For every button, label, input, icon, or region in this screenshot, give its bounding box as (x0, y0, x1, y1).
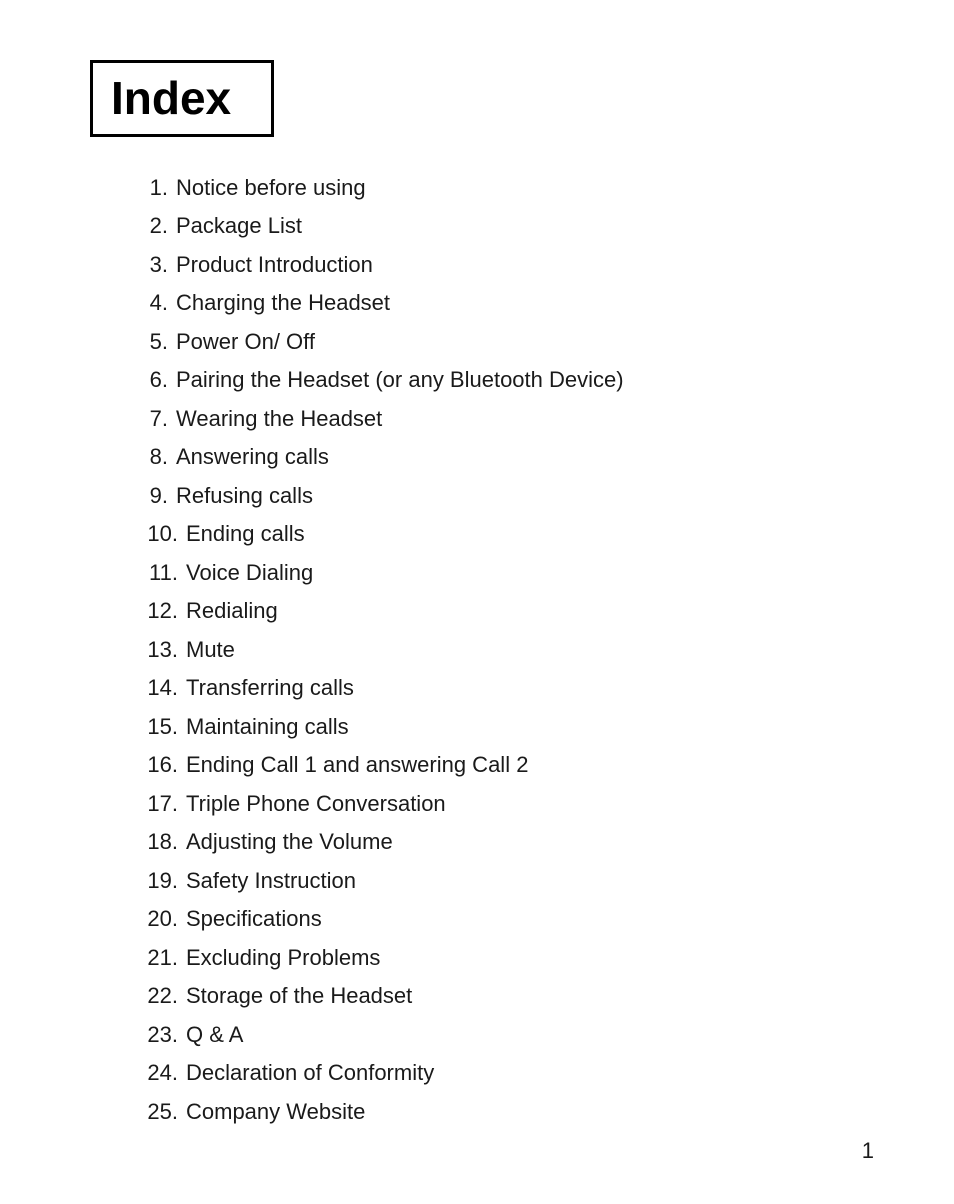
item-text: Product Introduction (176, 252, 373, 277)
list-item: 13. Mute (140, 631, 874, 670)
list-item: 2. Package List (140, 207, 874, 246)
item-text: Answering calls (176, 444, 329, 469)
item-text: Ending calls (186, 521, 305, 546)
item-text: Refusing calls (176, 483, 313, 508)
list-item: 7. Wearing the Headset (140, 400, 874, 439)
item-number: 1. (140, 169, 168, 208)
item-text: Pairing the Headset (or any Bluetooth De… (176, 367, 624, 392)
list-item: 4. Charging the Headset (140, 284, 874, 323)
list-item: 20. Specifications (140, 900, 874, 939)
item-number: 22. (140, 977, 178, 1016)
item-number: 13. (140, 631, 178, 670)
list-item: 10. Ending calls (140, 515, 874, 554)
item-number: 5. (140, 323, 168, 362)
item-text: Power On/ Off (176, 329, 315, 354)
item-text: Redialing (186, 598, 278, 623)
item-text: Transferring calls (186, 675, 354, 700)
item-text: Adjusting the Volume (186, 829, 393, 854)
item-number: 24. (140, 1054, 178, 1093)
list-item: 3. Product Introduction (140, 246, 874, 285)
item-number: 4. (140, 284, 168, 323)
item-number: 16. (140, 746, 178, 785)
item-text: Charging the Headset (176, 290, 390, 315)
list-item: 11. Voice Dialing (140, 554, 874, 593)
item-number: 12. (140, 592, 178, 631)
list-item: 24. Declaration of Conformity (140, 1054, 874, 1093)
item-number: 23. (140, 1016, 178, 1055)
item-number: 17. (140, 785, 178, 824)
list-item: 9. Refusing calls (140, 477, 874, 516)
item-number: 15. (140, 708, 178, 747)
index-list: 1. Notice before using 2. Package List 3. Pro… (140, 169, 874, 1132)
item-text: Company Website (186, 1099, 365, 1124)
list-item: 21. Excluding Problems (140, 939, 874, 978)
list-item: 1. Notice before using (140, 169, 874, 208)
list-item: 14. Transferring calls (140, 669, 874, 708)
item-text: Excluding Problems (186, 945, 380, 970)
item-number: 9. (140, 477, 168, 516)
item-number: 19. (140, 862, 178, 901)
item-text: Maintaining calls (186, 714, 349, 739)
list-item: 25. Company Website (140, 1093, 874, 1132)
list-item: 5. Power On/ Off (140, 323, 874, 362)
list-item: 16. Ending Call 1 and answering Call 2 (140, 746, 874, 785)
item-text: Wearing the Headset (176, 406, 382, 431)
item-number: 11. (140, 554, 178, 593)
page-number: 1 (862, 1138, 874, 1164)
item-number: 21. (140, 939, 178, 978)
list-item: 18. Adjusting the Volume (140, 823, 874, 862)
item-number: 18. (140, 823, 178, 862)
list-item: 8. Answering calls (140, 438, 874, 477)
list-item: 12. Redialing (140, 592, 874, 631)
item-text: Q & A (186, 1022, 243, 1047)
item-text: Package List (176, 213, 302, 238)
item-number: 20. (140, 900, 178, 939)
item-text: Specifications (186, 906, 322, 931)
item-number: 10. (140, 515, 178, 554)
item-text: Safety Instruction (186, 868, 356, 893)
item-text: Triple Phone Conversation (186, 791, 446, 816)
title-box: Index (90, 60, 274, 137)
list-item: 17. Triple Phone Conversation (140, 785, 874, 824)
item-text: Voice Dialing (186, 560, 313, 585)
item-text: Storage of the Headset (186, 983, 412, 1008)
page-title: Index (111, 72, 231, 124)
item-number: 8. (140, 438, 168, 477)
list-item: 19. Safety Instruction (140, 862, 874, 901)
list-item: 6. Pairing the Headset (or any Bluetooth … (140, 361, 874, 400)
item-number: 2. (140, 207, 168, 246)
item-number: 6. (140, 361, 168, 400)
item-text: Declaration of Conformity (186, 1060, 434, 1085)
list-item: 22. Storage of the Headset (140, 977, 874, 1016)
item-text: Notice before using (176, 175, 366, 200)
item-number: 7. (140, 400, 168, 439)
page-container: Index 1. Notice before using 2. Package Lis… (0, 0, 954, 1204)
item-text: Ending Call 1 and answering Call 2 (186, 752, 528, 777)
item-text: Mute (186, 637, 235, 662)
list-item: 23. Q & A (140, 1016, 874, 1055)
item-number: 25. (140, 1093, 178, 1132)
item-number: 14. (140, 669, 178, 708)
item-number: 3. (140, 246, 168, 285)
list-item: 15. Maintaining calls (140, 708, 874, 747)
